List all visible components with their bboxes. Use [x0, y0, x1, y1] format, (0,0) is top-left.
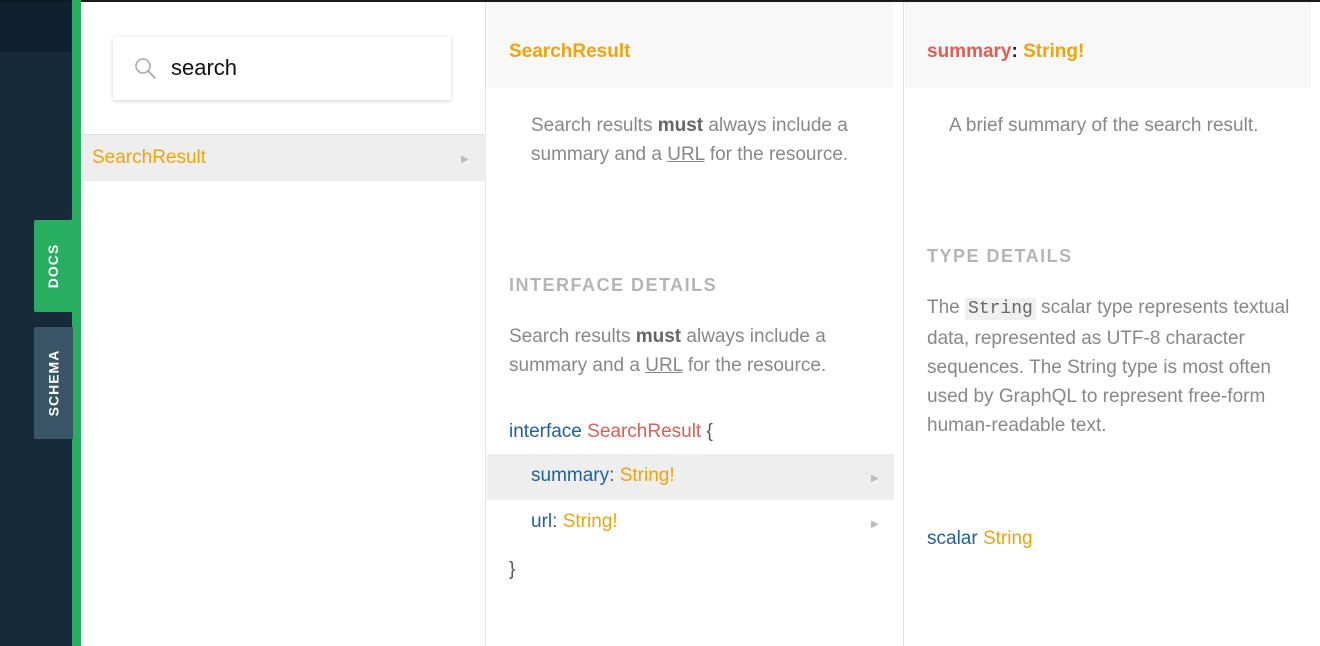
- chevron-right-icon: ▶: [871, 519, 879, 530]
- inline-code: String: [965, 298, 1036, 320]
- field-description: A brief summary of the search result.: [949, 115, 1259, 136]
- tab-schema[interactable]: SCHEMA: [34, 327, 73, 439]
- field-name: url: [531, 511, 553, 532]
- interface-details-heading: INTERFACE DETAILS: [509, 275, 718, 295]
- search-box[interactable]: [113, 37, 451, 100]
- tab-schema-label: SCHEMA: [45, 349, 62, 417]
- type-details-text: The String scalar type represents textua…: [927, 297, 1290, 436]
- search-panel: SearchResult ▶: [81, 2, 486, 646]
- interface-keyword: interface: [509, 421, 582, 442]
- docs-accent-rail: [72, 0, 81, 646]
- close-brace: }: [509, 559, 516, 580]
- tab-docs-label: DOCS: [45, 243, 62, 289]
- field-doc-panel: summary: String! A brief summary of the …: [905, 2, 1320, 646]
- field-header: summary: String!: [905, 2, 1311, 88]
- search-input[interactable]: [171, 53, 431, 83]
- type-details-heading: TYPE DETAILS: [927, 246, 1073, 266]
- interface-details-text: Search results must always include a sum…: [509, 326, 827, 376]
- scalar-keyword: scalar: [927, 528, 978, 549]
- field-title: summary: String!: [927, 41, 1085, 62]
- scalar-declaration: scalar String: [927, 528, 1033, 550]
- search-result-item[interactable]: SearchResult ▶: [81, 135, 486, 181]
- type-title: SearchResult: [509, 41, 631, 62]
- chevron-right-icon: ▶: [871, 473, 879, 484]
- interface-name: SearchResult: [587, 421, 702, 442]
- field-row-url[interactable]: url: String! ▶: [487, 500, 894, 546]
- search-icon: [135, 58, 156, 79]
- type-header: SearchResult: [487, 2, 893, 88]
- chevron-right-icon: ▶: [461, 154, 469, 165]
- field-row-summary[interactable]: summary: String! ▶: [487, 454, 894, 500]
- app-topbar: [0, 0, 72, 52]
- tab-docs[interactable]: DOCS: [34, 220, 73, 312]
- open-brace: {: [706, 421, 713, 442]
- field-type: String!: [619, 465, 675, 486]
- scalar-name[interactable]: String: [983, 528, 1033, 549]
- interface-declaration: interface SearchResult {: [509, 421, 713, 443]
- search-result-label: SearchResult: [92, 147, 207, 168]
- field-name: summary: [531, 465, 610, 486]
- url-link-2[interactable]: URL: [645, 355, 682, 376]
- type-description: Search results must always include a sum…: [531, 115, 849, 165]
- app-sidebar: [0, 0, 72, 646]
- field-type: String!: [562, 511, 618, 532]
- url-link[interactable]: URL: [667, 144, 704, 165]
- type-doc-panel: SearchResult Search results must always …: [487, 2, 904, 646]
